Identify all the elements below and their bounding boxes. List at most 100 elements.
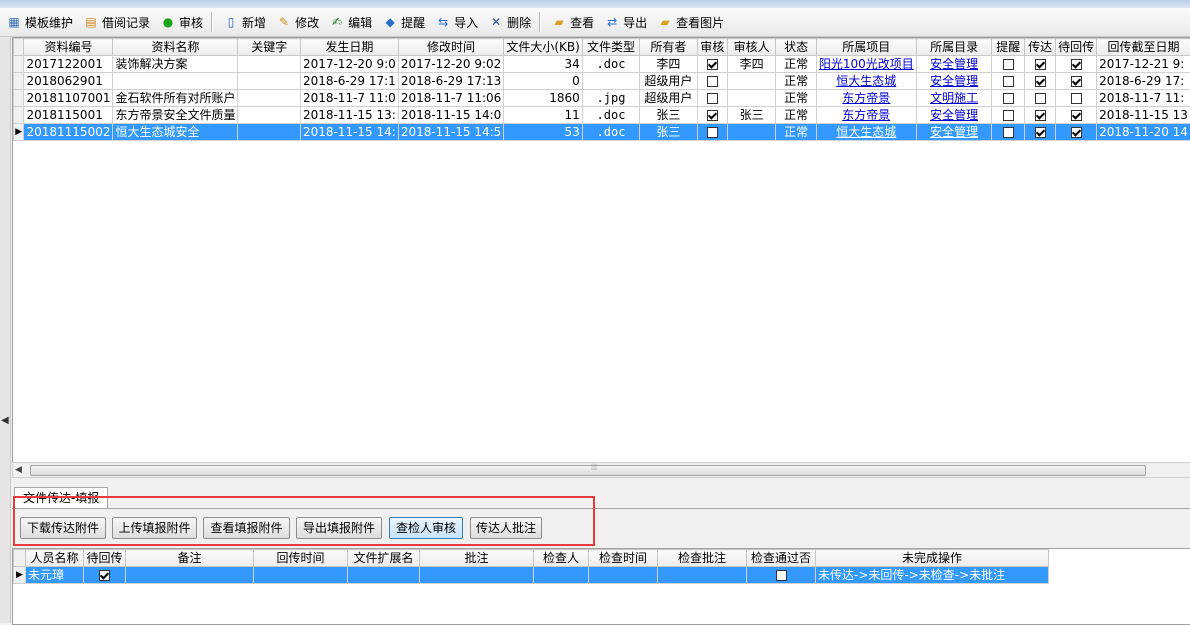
pending-checkbox[interactable]	[1071, 76, 1082, 87]
cell-deadline[interactable]: 2018-11-15 13	[1097, 107, 1190, 124]
cell-deadline[interactable]: 2017-12-21 9:	[1097, 56, 1190, 73]
remind-checkbox[interactable]	[1003, 76, 1014, 87]
column-header[interactable]: 审核人	[727, 39, 776, 56]
column-header[interactable]: 检查人	[534, 550, 589, 567]
cell-project[interactable]: 恒大生态城	[816, 73, 916, 90]
horizontal-scrollbar[interactable]: ◀ ⦙⦙⦙	[12, 462, 1190, 478]
toolbar-borrow-button[interactable]: ▤借阅记录	[79, 11, 154, 33]
cell-remind[interactable]	[992, 56, 1025, 73]
cell-name[interactable]: 装饰解决方案	[113, 56, 238, 73]
cell-project[interactable]: 东方帝景	[816, 107, 916, 124]
cell-name[interactable]: 恒大生态城安全	[113, 124, 238, 141]
cell-pending[interactable]	[1056, 107, 1097, 124]
column-header[interactable]: 所有者	[640, 39, 697, 56]
cell-keyword[interactable]	[238, 107, 300, 124]
conveyed-checkbox[interactable]	[1035, 110, 1046, 121]
cell-modified[interactable]: 2017-12-20 9:02	[398, 56, 504, 73]
audited-checkbox[interactable]	[707, 93, 718, 104]
column-header[interactable]: 回传截至日期	[1097, 39, 1190, 56]
cell-project[interactable]: 东方帝景	[816, 90, 916, 107]
remind-checkbox[interactable]	[1003, 93, 1014, 104]
cell-status[interactable]: 正常	[776, 56, 816, 73]
conveyed-checkbox[interactable]	[1035, 76, 1046, 87]
cell-date[interactable]: 2018-11-15 14:	[300, 124, 398, 141]
cell-remind[interactable]	[992, 73, 1025, 90]
cell-modified[interactable]: 2018-11-7 11:06	[398, 90, 504, 107]
column-header[interactable]: 文件扩展名	[348, 550, 420, 567]
cell-pending[interactable]	[84, 567, 126, 584]
cell-incomplete[interactable]: 未传达->未回传->未检查->未批注	[816, 567, 1049, 584]
toolbar-viewimg-button[interactable]: ▰查看图片	[653, 11, 728, 33]
cell-owner[interactable]: 超级用户	[640, 73, 697, 90]
cell-conveyed[interactable]	[1025, 56, 1056, 73]
remind-checkbox[interactable]	[1003, 110, 1014, 121]
cell-code[interactable]: 2018062901	[24, 73, 113, 90]
cell-check_note[interactable]	[658, 567, 747, 584]
pending-checkbox[interactable]	[1071, 93, 1082, 104]
column-header[interactable]: 传达	[1025, 39, 1056, 56]
cell-audited[interactable]	[697, 56, 727, 73]
cell-conveyed[interactable]	[1025, 124, 1056, 141]
cell-conveyed[interactable]	[1025, 107, 1056, 124]
cell-pending[interactable]	[1056, 56, 1097, 73]
cell-auditor[interactable]	[727, 90, 776, 107]
cell-date[interactable]: 2017-12-20 9:0	[300, 56, 398, 73]
cell-modified[interactable]: 2018-11-15 14:0	[398, 107, 504, 124]
cell-owner[interactable]: 张三	[640, 124, 697, 141]
conveyed-checkbox[interactable]	[1035, 93, 1046, 104]
column-header[interactable]: 检查时间	[589, 550, 658, 567]
cell-name[interactable]: 东方帝景安全文件质量	[113, 107, 238, 124]
cell-code[interactable]: 20181115002	[24, 124, 113, 141]
cell-audited[interactable]	[697, 107, 727, 124]
cell-status[interactable]: 正常	[776, 107, 816, 124]
cell-project[interactable]: 恒大生态城	[816, 124, 916, 141]
cell-status[interactable]: 正常	[776, 124, 816, 141]
cell-type[interactable]: .doc	[582, 56, 639, 73]
pending-checkbox[interactable]	[99, 570, 110, 581]
cell-status[interactable]: 正常	[776, 73, 816, 90]
cell-keyword[interactable]	[238, 90, 300, 107]
cell-date[interactable]: 2018-11-15 13:	[300, 107, 398, 124]
table-row[interactable]: 2017122001装饰解决方案2017-12-20 9:02017-12-20…	[14, 56, 1190, 73]
cell-catalog[interactable]: 安全管理	[916, 56, 992, 73]
pending-checkbox[interactable]	[1071, 110, 1082, 121]
cell-deadline[interactable]: 2018-11-20 14	[1097, 124, 1190, 141]
conveyed-checkbox[interactable]	[1035, 127, 1046, 138]
toolbar-template-button[interactable]: ▦模板维护	[2, 11, 77, 33]
pending-checkbox[interactable]	[1071, 127, 1082, 138]
cell-code[interactable]: 20181107001	[24, 90, 113, 107]
cell-checker[interactable]	[534, 567, 589, 584]
cell-time[interactable]	[254, 567, 348, 584]
cell-passed[interactable]	[747, 567, 816, 584]
cell-auditor[interactable]: 张三	[727, 107, 776, 124]
toolbar-compose-button[interactable]: ✍编辑	[325, 11, 376, 33]
table-row[interactable]: ▶未元璋未传达->未回传->未检查->未批注	[14, 567, 1049, 584]
cell-date[interactable]: 2018-6-29 17:1	[300, 73, 398, 90]
cell-annotation[interactable]	[420, 567, 534, 584]
cell-keyword[interactable]	[238, 73, 300, 90]
toolbar-export-button[interactable]: ⇄导出	[600, 11, 651, 33]
column-header[interactable]: 备注	[126, 550, 254, 567]
cell-auditor[interactable]	[727, 124, 776, 141]
cell-ext[interactable]	[348, 567, 420, 584]
column-header[interactable]: 所属项目	[816, 39, 916, 56]
cell-code[interactable]: 2018115001	[24, 107, 113, 124]
scroll-left-arrow-icon[interactable]: ◀	[15, 463, 22, 477]
cell-note[interactable]	[126, 567, 254, 584]
cell-type[interactable]: .jpg	[582, 90, 639, 107]
cell-owner[interactable]: 张三	[640, 107, 697, 124]
cell-audited[interactable]	[697, 73, 727, 90]
audited-checkbox[interactable]	[707, 110, 718, 121]
cell-name[interactable]: 未元璋	[26, 567, 84, 584]
audited-checkbox[interactable]	[707, 76, 718, 87]
cell-project[interactable]: 阳光100光改项目	[816, 56, 916, 73]
toolbar-new-button[interactable]: ▯新增	[219, 11, 270, 33]
column-header[interactable]: 修改时间	[398, 39, 504, 56]
cell-name[interactable]: 金石软件所有对所账户	[113, 90, 238, 107]
column-header[interactable]: 状态	[776, 39, 816, 56]
cell-size[interactable]: 0	[504, 73, 582, 90]
cell-conveyed[interactable]	[1025, 73, 1056, 90]
cell-conveyed[interactable]	[1025, 90, 1056, 107]
cell-deadline[interactable]: 2018-11-7 11:	[1097, 90, 1190, 107]
remind-checkbox[interactable]	[1003, 59, 1014, 70]
